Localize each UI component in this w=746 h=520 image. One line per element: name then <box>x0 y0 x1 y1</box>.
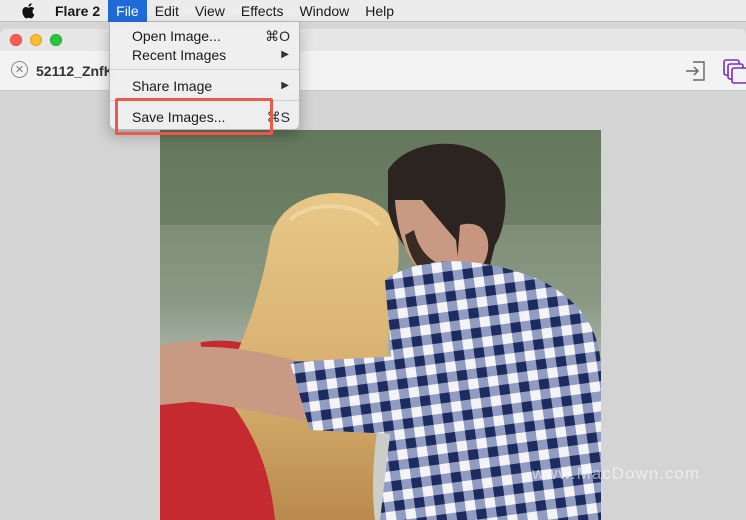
export-icon[interactable] <box>684 59 708 83</box>
submenu-arrow-icon: ▶ <box>281 49 289 60</box>
annotation-highlight-box <box>115 98 273 135</box>
image-canvas <box>0 92 746 520</box>
menu-item-share-image[interactable]: Share Image ▶ <box>110 76 299 96</box>
close-window-button[interactable] <box>10 34 22 46</box>
close-circle-icon[interactable]: ✕ <box>11 61 28 78</box>
apple-logo-icon[interactable] <box>17 0 39 22</box>
watermark-text: www.MacDown.com <box>532 464 701 483</box>
menu-item-recent-images[interactable]: Recent Images ▶ <box>110 45 299 65</box>
menu-separator <box>110 69 299 70</box>
menu-item-label: Recent Images <box>132 47 227 63</box>
minimize-window-button[interactable] <box>30 34 42 46</box>
menu-item-open-image[interactable]: Open Image... ⌘O <box>110 26 299 46</box>
menu-window[interactable]: Window <box>291 0 357 22</box>
zoom-window-button[interactable] <box>50 34 62 46</box>
menu-item-label: Share Image <box>132 78 213 94</box>
menu-edit[interactable]: Edit <box>147 0 187 22</box>
menu-bar: Flare 2 File Edit View Effects Window He… <box>0 0 746 22</box>
photo-image <box>160 130 601 520</box>
menu-app-name[interactable]: Flare 2 <box>47 0 108 22</box>
menu-view[interactable]: View <box>187 0 233 22</box>
menu-help[interactable]: Help <box>357 0 402 22</box>
menu-effects[interactable]: Effects <box>233 0 292 22</box>
layers-icon[interactable] <box>722 58 746 84</box>
menu-item-label: Open Image... <box>132 28 221 44</box>
tab-title[interactable]: 52112_ZnfK <box>36 63 114 79</box>
menu-file[interactable]: File <box>108 0 147 22</box>
menu-item-shortcut: ⌘O <box>265 28 290 44</box>
submenu-arrow-icon: ▶ <box>281 80 289 91</box>
